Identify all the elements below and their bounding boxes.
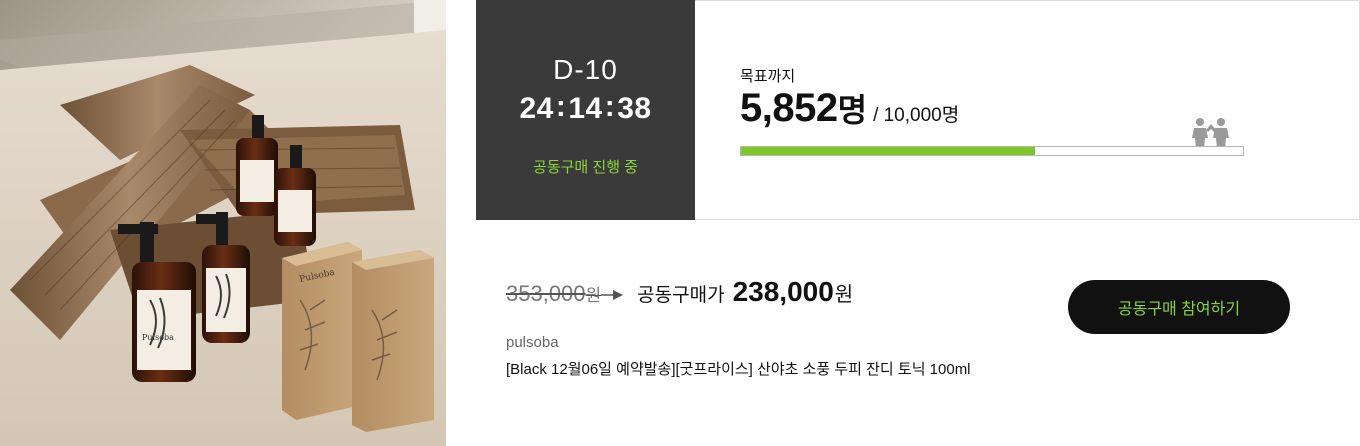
status-text: 공동구매 진행 중 — [533, 159, 638, 176]
people-icon — [1192, 118, 1229, 149]
participant-count: 5,852명/ 10,000명 — [740, 85, 959, 131]
progress-bar — [740, 146, 1244, 156]
progress-panel: 목표까지 5,852명/ 10,000명 — [695, 0, 1360, 220]
product-name[interactable]: [Black 12월06일 예약발송][굿프라이스] 산야초 소풍 두피 잔디 … — [506, 358, 971, 379]
timer-seconds: 38 — [617, 92, 652, 125]
group-price-label: 공동구매가 — [637, 285, 725, 306]
dday-label: D-10 — [553, 54, 618, 85]
countdown-timer: 24:14:38 — [476, 90, 695, 126]
arrow-right-icon — [601, 290, 624, 300]
progress-bar-fill — [741, 147, 1035, 155]
current-count-unit: 명 — [837, 92, 868, 128]
product-photo: Pulsoba Pulsoba — [0, 0, 446, 446]
brand-name: pulsoba — [506, 334, 559, 351]
goal-total: / 10,000명 — [873, 105, 960, 126]
join-group-buy-button[interactable]: 공동구매 참여하기 — [1068, 280, 1290, 334]
svg-text:Pulsoba: Pulsoba — [142, 333, 174, 342]
group-price-unit: 원 — [834, 284, 854, 306]
timer-minutes: 14 — [568, 92, 603, 125]
timer-separator: : — [555, 90, 567, 123]
current-count: 5,852 — [740, 86, 838, 130]
original-price: 353,000 — [506, 281, 586, 306]
group-price: 238,000 — [732, 276, 834, 307]
timer-hours: 24 — [519, 92, 554, 125]
goal-label: 목표까지 — [740, 68, 796, 85]
countdown-panel: D-10 24:14:38 공동구매 진행 중 — [476, 0, 695, 220]
timer-separator: : — [604, 90, 616, 123]
product-photo-image: Pulsoba Pulsoba — [0, 0, 446, 446]
original-price-unit: 원 — [585, 286, 602, 305]
price-row: 353,000 원 공동구매가 238,000 원 — [506, 276, 853, 308]
